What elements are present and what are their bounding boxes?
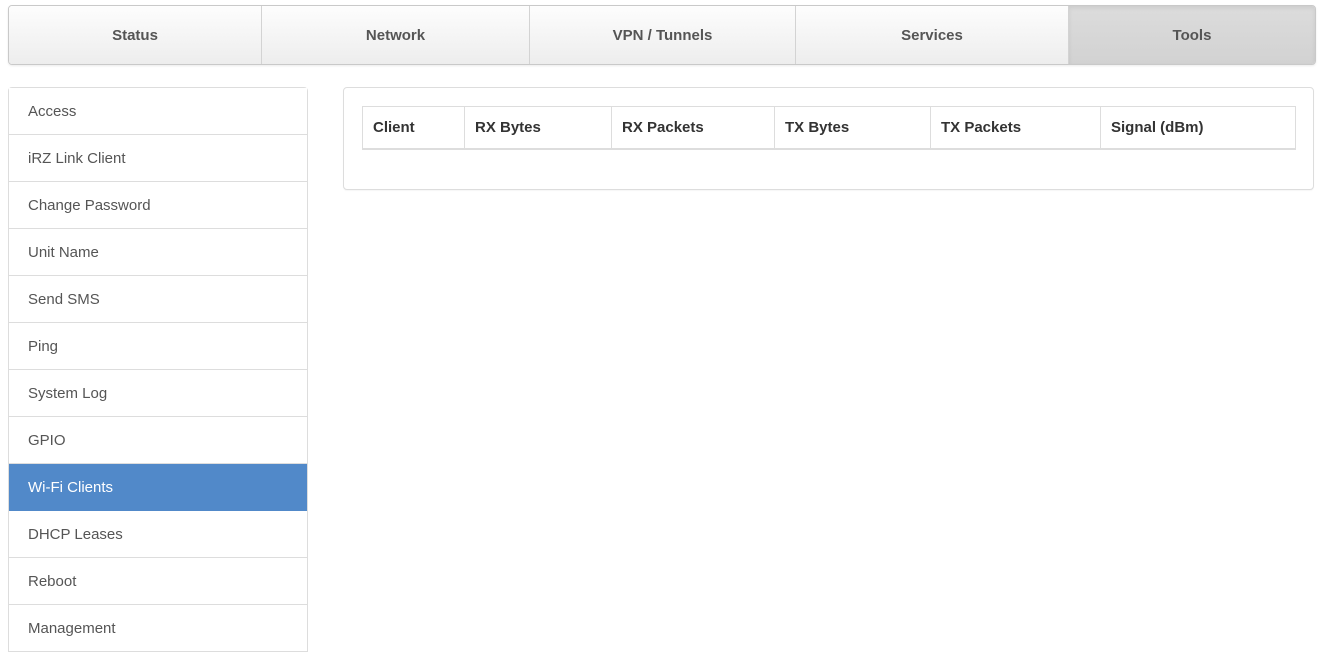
sidebar-item-system-log[interactable]: System Log [9, 370, 307, 417]
sidebar-item-access[interactable]: Access [9, 88, 307, 135]
sidebar-item-gpio[interactable]: GPIO [9, 417, 307, 464]
sidebar-item-reboot[interactable]: Reboot [9, 558, 307, 605]
sidebar-item-management[interactable]: Management [9, 605, 307, 652]
wifi-clients-panel: Client RX Bytes RX Packets TX Bytes TX P… [343, 87, 1314, 190]
tab-tools[interactable]: Tools [1069, 6, 1315, 64]
sidebar-menu: Access iRZ Link Client Change Password U… [8, 87, 308, 652]
tab-status[interactable]: Status [9, 6, 262, 64]
sidebar-item-irz-link-client[interactable]: iRZ Link Client [9, 135, 307, 182]
sidebar-item-wifi-clients[interactable]: Wi-Fi Clients [9, 464, 307, 511]
sidebar-item-unit-name[interactable]: Unit Name [9, 229, 307, 276]
table-header-row: Client RX Bytes RX Packets TX Bytes TX P… [362, 106, 1296, 150]
column-header-rx-bytes: RX Bytes [464, 106, 612, 150]
column-header-client: Client [362, 106, 465, 150]
wifi-clients-table: Client RX Bytes RX Packets TX Bytes TX P… [362, 106, 1296, 150]
tab-network[interactable]: Network [262, 6, 530, 64]
sidebar-item-ping[interactable]: Ping [9, 323, 307, 370]
column-header-signal-dbm: Signal (dBm) [1100, 106, 1296, 150]
sidebar-item-send-sms[interactable]: Send SMS [9, 276, 307, 323]
column-header-tx-packets: TX Packets [930, 106, 1101, 150]
column-header-tx-bytes: TX Bytes [774, 106, 931, 150]
sidebar-item-dhcp-leases[interactable]: DHCP Leases [9, 511, 307, 558]
tab-services[interactable]: Services [796, 6, 1069, 64]
top-navigation: Status Network VPN / Tunnels Services To… [8, 5, 1316, 65]
tab-vpn-tunnels[interactable]: VPN / Tunnels [530, 6, 796, 64]
column-header-rx-packets: RX Packets [611, 106, 775, 150]
sidebar-item-change-password[interactable]: Change Password [9, 182, 307, 229]
